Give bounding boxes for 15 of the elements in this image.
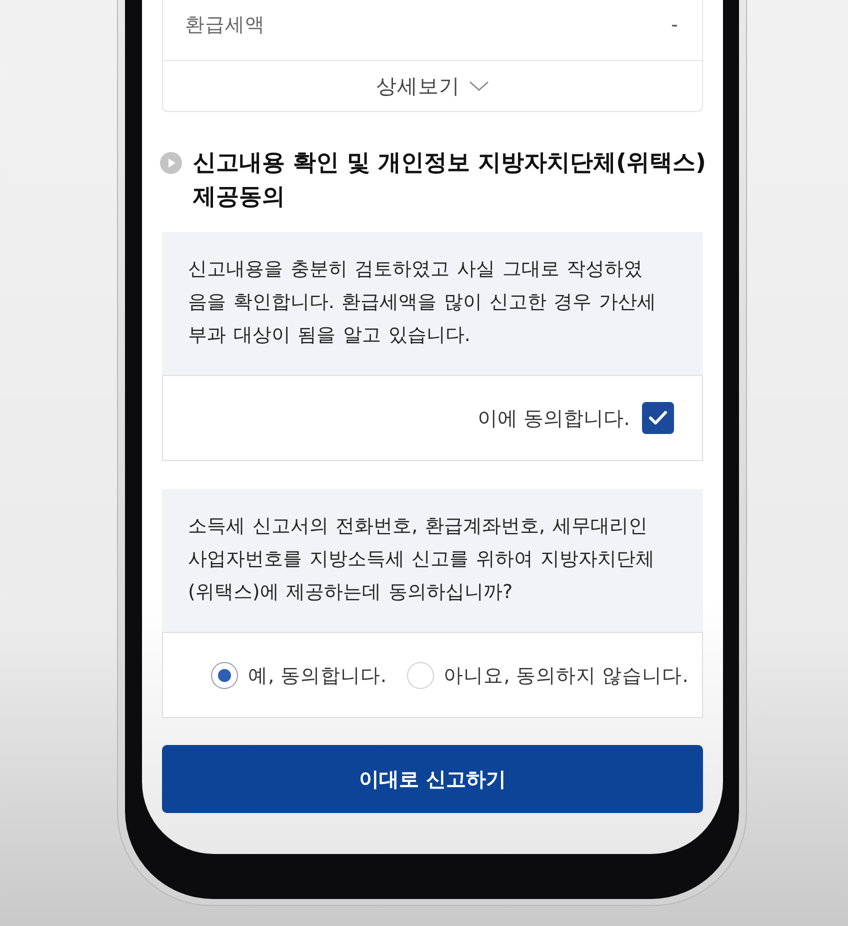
play-circle-icon bbox=[160, 152, 182, 174]
checkmark-icon bbox=[649, 411, 667, 425]
radio-label: 아니요, 동의하지 않습니다. bbox=[444, 662, 688, 688]
section-title: 신고내용 확인 및 개인정보 지방자치단체(위택스) 제공동의 bbox=[193, 149, 708, 212]
checkbox[interactable] bbox=[642, 402, 674, 434]
radio-button[interactable] bbox=[211, 662, 238, 688]
details-toggle[interactable]: 상세보기 bbox=[163, 60, 702, 111]
notice-text: 신고내용을 충분히 검토하였고 사실 그대로 작성하였음을 확인합니다. 환급세액을 많이 신고한 경우 가산세 부과 대상이 됨을 알고 있습니다. bbox=[188, 257, 658, 348]
agree-label: 이에 동의합니다. bbox=[477, 404, 630, 432]
radio-button[interactable] bbox=[406, 662, 434, 688]
row-value: - bbox=[670, 12, 678, 38]
radio-label: 예, 동의합니다. bbox=[248, 662, 387, 688]
submit-button[interactable]: 이대로 신고하기 bbox=[162, 745, 703, 813]
row-label: 환급세액 bbox=[185, 12, 265, 38]
question-text: 소득세 신고서의 전화번호, 환급계좌번호, 세무대리인 사업자번호를 지방소득세 신고를 위하여 지방자치단체(위택스)에 제공하는데 동의하십니까? bbox=[188, 514, 656, 605]
